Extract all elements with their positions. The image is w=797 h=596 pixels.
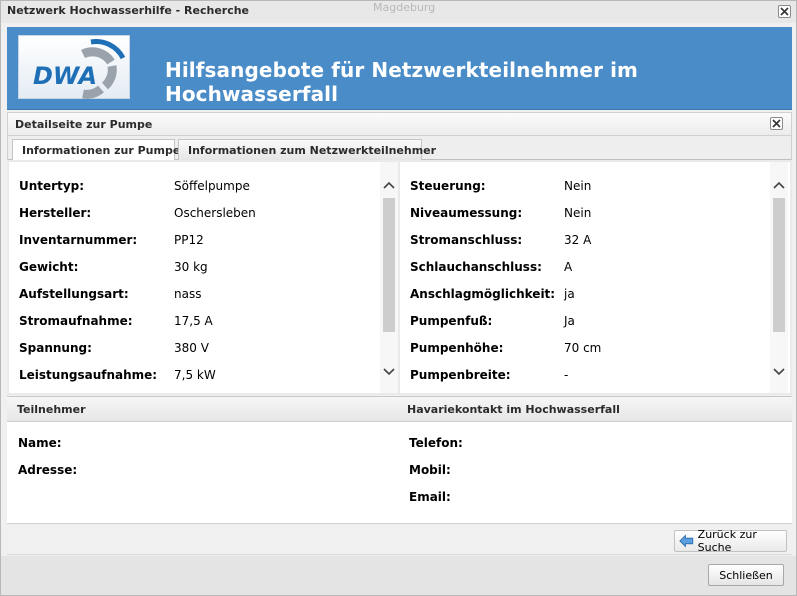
detail-label: Steuerung: <box>410 179 486 193</box>
detail-label: Aufstellungsart: <box>19 287 129 301</box>
detail-label: Anschlagmöglichkeit: <box>410 287 556 301</box>
tab-bar: Informationen zur Pumpe Informationen zu… <box>7 136 792 161</box>
contact-area: Name: Adresse: Telefon: Mobil: Email: <box>7 422 792 524</box>
tab-participant-info[interactable]: Informationen zum Netzwerkteilnehmer <box>178 139 436 160</box>
detail-panel-header: Detailseite zur Pumpe <box>7 112 792 136</box>
detail-label: Schlauchanschluss: <box>410 260 542 274</box>
detail-label: Leistungsaufnahme: <box>19 368 158 382</box>
field-label: Adresse: <box>18 463 78 477</box>
tab-pump-info[interactable]: Informationen zur Pumpe <box>12 139 180 161</box>
detail-value: 17,5 A <box>174 314 213 328</box>
detail-value: Nein <box>564 179 592 193</box>
detail-value: Ja <box>564 314 575 328</box>
right-scrollbar[interactable] <box>770 162 788 393</box>
detail-value: A <box>564 260 573 274</box>
window-close-icon[interactable] <box>778 5 791 18</box>
close-button[interactable]: Schließen <box>708 564 784 586</box>
detail-label: Stromanschluss: <box>410 233 523 247</box>
detail-value: 32 A <box>564 233 592 247</box>
detail-label: Spannung: <box>19 341 92 355</box>
banner-title: Hilfsangebote für Netzwerkteilnehmer im … <box>165 58 638 106</box>
participant-header: Teilnehmer <box>17 403 86 416</box>
left-scrollbar[interactable] <box>380 162 398 393</box>
back-button-label: Zurück zur Suche <box>697 528 757 554</box>
scroll-up-icon[interactable] <box>772 178 786 192</box>
detail-label: Pumpenfuß: <box>410 314 493 328</box>
scroll-down-icon[interactable] <box>772 365 786 379</box>
detail-label: Niveaumessung: <box>410 206 523 220</box>
window-title: Netzwerk Hochwasserhilfe - Recherche <box>7 4 250 17</box>
detail-label: Pumpenbreite: <box>410 368 511 382</box>
detail-value: 380 V <box>174 341 209 355</box>
header-banner: DWA Hilfsangebote für Netzwerkteilnehmer… <box>7 27 792 110</box>
details-right-column: Steuerung: Nein Niveaumessung: Nein Stroma… <box>400 162 790 393</box>
window-titlebar: Netzwerk Hochwasserhilfe - Recherche Mag… <box>1 1 796 23</box>
detail-value: Söffelpumpe <box>174 179 250 193</box>
dialog-footer: Schließen <box>1 556 796 595</box>
details-left-column: Untertyp: Söffelpumpe Hersteller: Oschersl… <box>9 162 398 393</box>
logo-text: DWA <box>33 62 97 90</box>
field-label: Name: <box>18 436 62 450</box>
detail-value: 30 kg <box>174 260 208 274</box>
contact-section-headers: Teilnehmer Havariekontakt im Hochwasserf… <box>7 396 792 422</box>
detail-label: Hersteller: <box>19 206 92 220</box>
detail-label: Untertyp: <box>19 179 85 193</box>
field-label: Telefon: <box>409 436 463 450</box>
panel-close-icon[interactable] <box>770 117 783 130</box>
detail-value: 70 cm <box>564 341 602 355</box>
scroll-up-icon[interactable] <box>382 178 396 192</box>
dwa-logo: DWA <box>18 35 130 99</box>
panel-footer: Zurück zur Suche <box>7 525 792 555</box>
background-map-label: Magdeburg <box>373 1 436 14</box>
arrow-left-icon <box>679 534 694 548</box>
detail-value: ja <box>564 287 575 301</box>
back-to-search-button[interactable]: Zurück zur Suche <box>674 528 787 554</box>
details-area: Untertyp: Söffelpumpe Hersteller: Oschersl… <box>7 160 792 395</box>
scroll-down-icon[interactable] <box>382 365 396 379</box>
detail-value: Oschersleben <box>174 206 256 220</box>
field-label: Mobil: <box>409 463 451 477</box>
detail-label: Pumpenhöhe: <box>410 341 504 355</box>
detail-label: Stromaufnahme: <box>19 314 133 328</box>
scroll-thumb[interactable] <box>773 198 785 332</box>
detail-value: PP12 <box>174 233 204 247</box>
detail-panel-title: Detailseite zur Pumpe <box>15 118 153 131</box>
detail-value: nass <box>174 287 202 301</box>
detail-value: Nein <box>564 206 592 220</box>
scroll-thumb[interactable] <box>383 198 395 332</box>
detail-label: Inventarnummer: <box>19 233 138 247</box>
detail-value: 7,5 kW <box>174 368 216 382</box>
field-label: Email: <box>409 490 451 504</box>
detail-value: - <box>564 368 569 382</box>
emergency-contact-header: Havariekontakt im Hochwasserfall <box>407 403 620 416</box>
detail-label: Gewicht: <box>19 260 79 274</box>
dialog-window: Netzwerk Hochwasserhilfe - Recherche Mag… <box>0 0 797 596</box>
